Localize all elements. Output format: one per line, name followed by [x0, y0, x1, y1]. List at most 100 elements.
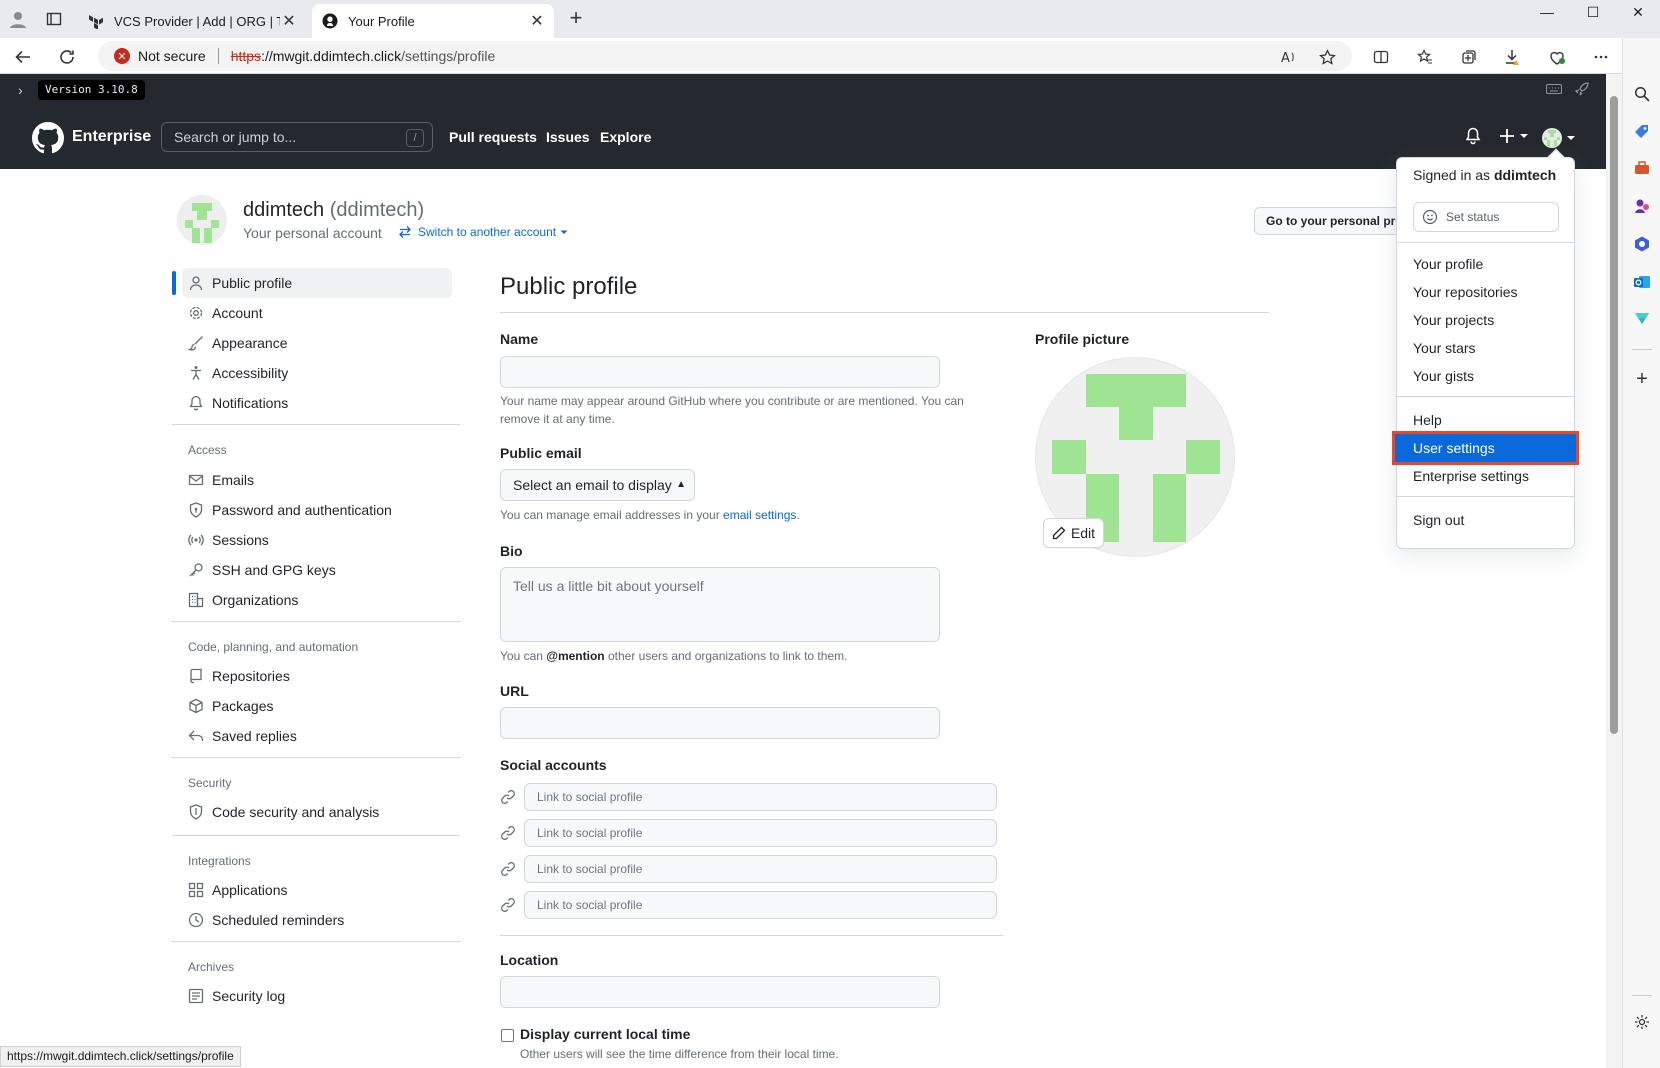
sidebar-item-code-security[interactable]: Code security and analysis: [182, 797, 452, 827]
nav-pull-requests[interactable]: Pull requests: [449, 129, 537, 145]
favorite-star-icon[interactable]: [1318, 48, 1336, 66]
minimize-icon[interactable]: ―: [1524, 0, 1570, 24]
collections-icon[interactable]: [1458, 46, 1480, 68]
tab-your-profile[interactable]: Your Profile ✕: [312, 4, 554, 38]
sidebar-item-accessibility[interactable]: Accessibility: [182, 358, 452, 388]
social-link-input[interactable]: Link to social profile: [524, 783, 997, 811]
sidebar-item-label: Applications: [212, 882, 288, 898]
set-status-button[interactable]: Set status: [1413, 202, 1559, 232]
social-link-input[interactable]: Link to social profile: [524, 855, 997, 883]
tab-actions-icon[interactable]: [42, 7, 66, 31]
display-local-time-checkbox[interactable]: [501, 1029, 514, 1042]
display-local-time-label[interactable]: Display current local time: [520, 1026, 690, 1042]
close-tab-icon[interactable]: ✕: [280, 12, 298, 30]
email-settings-link[interactable]: email settings: [723, 508, 796, 522]
refresh-icon[interactable]: [54, 44, 80, 70]
sidebar-item-repositories[interactable]: Repositories: [182, 661, 452, 691]
read-aloud-icon[interactable]: A: [1280, 48, 1298, 66]
new-tab-button[interactable]: +: [564, 7, 588, 31]
microsoft-365-icon[interactable]: [1632, 234, 1652, 254]
sidebar-item-notifications[interactable]: Notifications: [182, 388, 452, 418]
more-menu-icon[interactable]: [1590, 46, 1612, 68]
page-scrollbar-thumb[interactable]: [1610, 96, 1618, 734]
form-divider: [500, 935, 1003, 936]
sidebar-divider: [1632, 995, 1652, 996]
keyboard-icon[interactable]: [1546, 83, 1562, 95]
nav-explore[interactable]: Explore: [600, 129, 651, 145]
shopping-tag-icon[interactable]: [1632, 122, 1652, 142]
tab-vcs-provider[interactable]: VCS Provider | Add | ORG | Terraf ✕: [78, 4, 306, 38]
sidebar-item-scheduled-reminders[interactable]: Scheduled reminders: [182, 905, 452, 935]
social-link-input[interactable]: Link to social profile: [524, 891, 997, 919]
user-avatar-dropdown[interactable]: [1542, 128, 1577, 148]
edit-picture-button[interactable]: Edit: [1043, 518, 1104, 548]
downloads-icon[interactable]: [1502, 46, 1524, 68]
switch-account-link[interactable]: Switch to another account: [398, 225, 569, 239]
link-icon: [500, 897, 516, 913]
menu-your-gists[interactable]: Your gists: [1397, 362, 1574, 390]
clock-icon: [188, 912, 204, 928]
add-sidebar-app-icon[interactable]: +: [1632, 368, 1652, 390]
url-input[interactable]: [500, 707, 940, 739]
sidebar-item-saved-replies[interactable]: Saved replies: [182, 721, 452, 751]
maximize-icon[interactable]: ☐: [1570, 0, 1616, 24]
enterprise-brand[interactable]: Enterprise: [72, 128, 151, 146]
sidebar-divider: [172, 757, 460, 758]
sidebar-item-organizations[interactable]: Organizations: [182, 585, 452, 615]
rocket-icon[interactable]: [1574, 81, 1590, 97]
sidebar-item-packages[interactable]: Packages: [182, 691, 452, 721]
sidebar-item-security-log[interactable]: Security log: [182, 981, 452, 1011]
address-bar[interactable]: ✕ Not secure https://mwgit.ddimtech.clic…: [98, 41, 1352, 71]
tools-icon[interactable]: [1632, 158, 1652, 178]
menu-your-stars[interactable]: Your stars: [1397, 334, 1574, 362]
security-indicator[interactable]: ✕ Not secure: [114, 48, 206, 64]
sidebar-item-label: Account: [212, 305, 263, 321]
tab-title: VCS Provider | Add | ORG | Terraf: [114, 13, 280, 29]
nav-issues[interactable]: Issues: [546, 129, 590, 145]
games-icon[interactable]: [1632, 196, 1652, 216]
sidebar-item-account[interactable]: Account: [182, 298, 452, 328]
chevron-right-icon[interactable]: ›: [18, 82, 23, 98]
public-email-select[interactable]: Select an email to display ▲: [500, 469, 695, 501]
outlook-icon[interactable]: [1632, 272, 1652, 292]
close-tab-icon[interactable]: ✕: [528, 12, 546, 30]
sidebar-item-applications[interactable]: Applications: [182, 875, 452, 905]
sidebar-settings-icon[interactable]: [1632, 1012, 1652, 1032]
go-to-personal-profile-button[interactable]: Go to your personal profile: [1254, 207, 1404, 235]
sidebar-item-password[interactable]: Password and authentication: [182, 495, 452, 525]
sidebar-item-ssh-gpg-keys[interactable]: SSH and GPG keys: [182, 555, 452, 585]
menu-your-profile[interactable]: Your profile: [1397, 250, 1574, 278]
sidebar-item-appearance[interactable]: Appearance: [182, 328, 452, 358]
drop-icon[interactable]: [1632, 308, 1652, 328]
back-icon[interactable]: [10, 44, 36, 70]
browser-essentials-icon[interactable]: [1546, 46, 1568, 68]
account-avatar[interactable]: [177, 195, 227, 245]
menu-help[interactable]: Help: [1397, 406, 1574, 434]
sidebar-item-emails[interactable]: Emails: [182, 465, 452, 495]
github-logo-icon[interactable]: [32, 122, 64, 154]
close-window-icon[interactable]: ✕: [1616, 0, 1660, 24]
create-new-dropdown[interactable]: [1499, 125, 1529, 147]
social-link-input[interactable]: Link to social profile: [524, 819, 997, 847]
gear-icon: [188, 305, 204, 321]
sidebar-item-sessions[interactable]: Sessions: [182, 525, 452, 555]
search-input[interactable]: Search or jump to... /: [161, 122, 433, 152]
bio-textarea[interactable]: Tell us a little bit about yourself: [500, 567, 940, 642]
location-input[interactable]: [500, 976, 940, 1008]
menu-user-settings[interactable]: User settings: [1392, 431, 1579, 465]
url-label: URL: [500, 683, 529, 699]
menu-your-projects[interactable]: Your projects: [1397, 306, 1574, 334]
dropdown-divider: [1397, 496, 1574, 497]
profile-icon[interactable]: [6, 7, 30, 31]
sidebar-item-public-profile[interactable]: Public profile: [182, 268, 452, 298]
menu-sign-out[interactable]: Sign out: [1397, 506, 1574, 534]
menu-your-repositories[interactable]: Your repositories: [1397, 278, 1574, 306]
favorites-icon[interactable]: [1414, 46, 1436, 68]
notifications-bell-icon[interactable]: [1465, 127, 1481, 145]
menu-enterprise-settings[interactable]: Enterprise settings: [1397, 462, 1574, 490]
version-bar: › Version 3.10.8: [0, 74, 1606, 107]
split-screen-icon[interactable]: [1370, 46, 1392, 68]
email-note-text: You can manage email addresses in your: [500, 508, 724, 522]
search-icon[interactable]: [1632, 84, 1652, 104]
name-input[interactable]: [500, 356, 940, 388]
